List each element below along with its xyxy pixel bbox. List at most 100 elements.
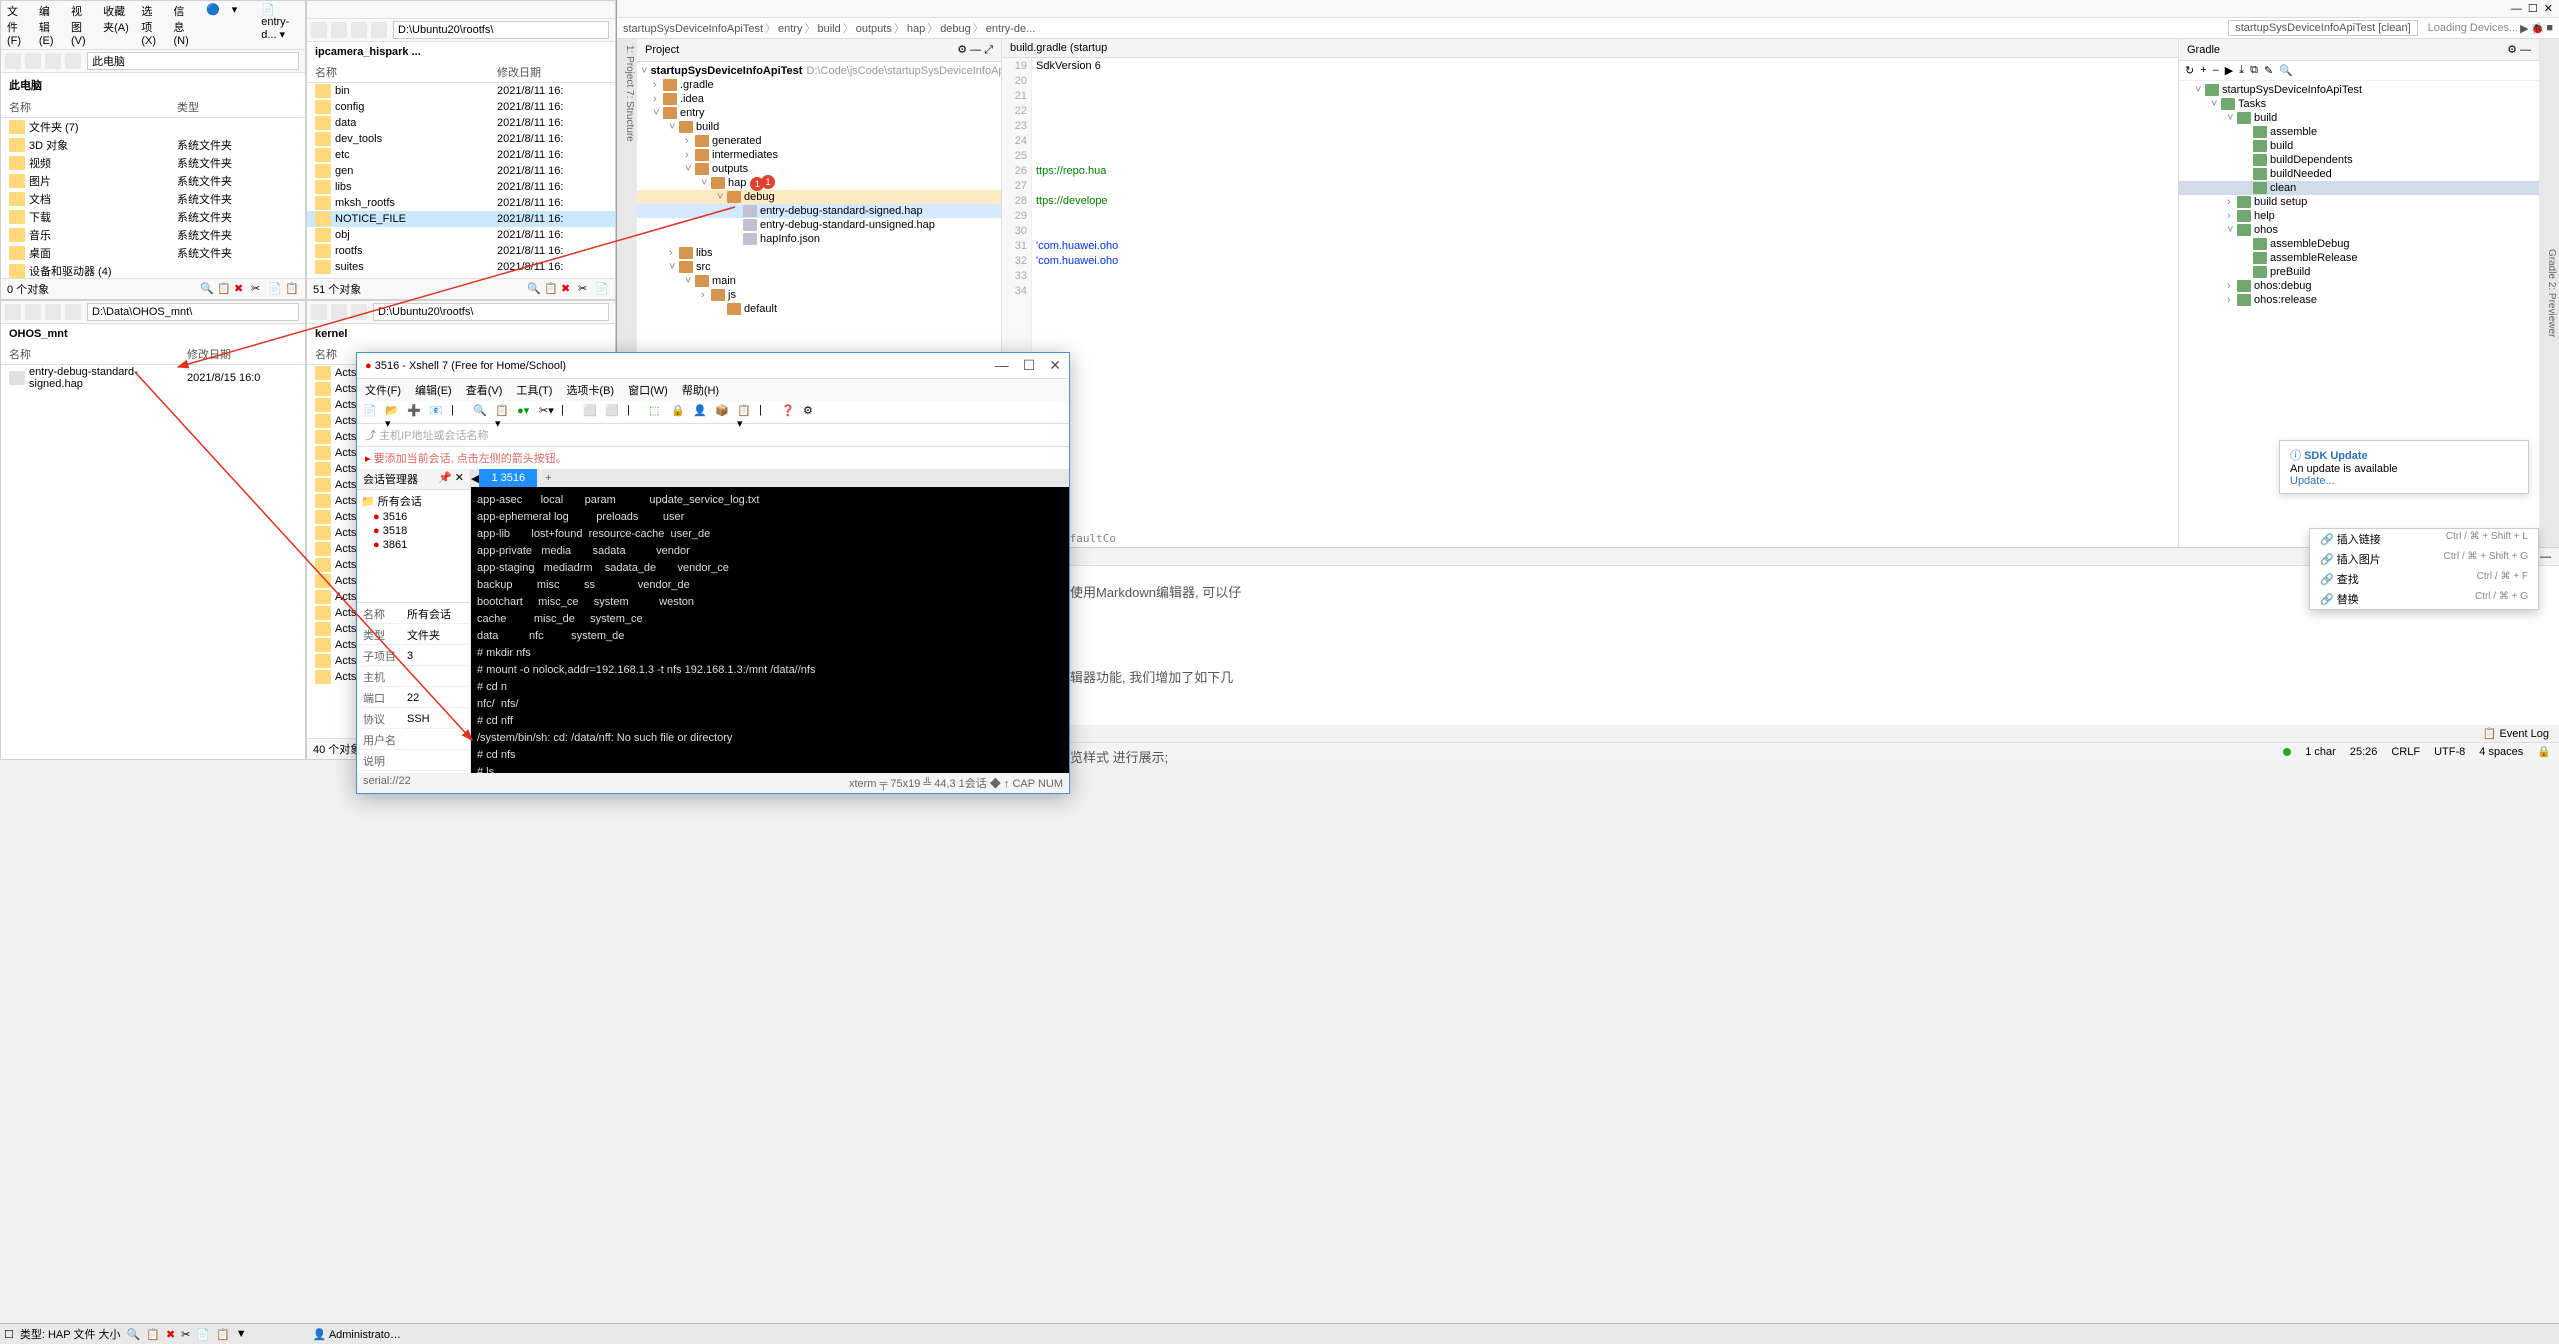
window-close-icon[interactable]: ✕ <box>2544 2 2553 15</box>
session-item[interactable]: ● 3516 <box>359 510 468 524</box>
event-log[interactable]: 📋 Event Log <box>2483 728 2549 740</box>
tree-node[interactable]: ˅entry <box>637 106 1001 120</box>
col[interactable]: 修改日期 <box>187 346 297 362</box>
xshell-addr[interactable]: 主机IP地址或会话名称 <box>379 430 488 442</box>
tree-node[interactable]: ›js <box>637 288 1001 302</box>
tree-node[interactable]: ›intermediates <box>637 148 1001 162</box>
crumb[interactable]: debug <box>940 23 971 35</box>
gear-icon[interactable]: ⚙ — <box>2507 43 2531 56</box>
tree-node[interactable]: hapInfo.json <box>637 232 1001 246</box>
menu-item[interactable]: 收藏夹(A) <box>103 3 129 47</box>
file-row[interactable]: 下载系统文件夹 <box>1 208 305 226</box>
file-row[interactable]: 设备和驱动器 (4) <box>1 262 305 278</box>
addr-combo[interactable] <box>87 52 299 70</box>
file-row[interactable]: dev_tools2021/8/11 16: <box>307 131 615 147</box>
file-row[interactable]: suites2021/8/11 16: <box>307 259 615 275</box>
run-icon[interactable]: ▶ <box>2520 22 2528 35</box>
menu-item[interactable]: 窗口(W) <box>628 382 668 398</box>
gradle-node[interactable]: ˅startupSysDeviceInfoApiTest <box>2179 83 2539 97</box>
ctx-item[interactable]: 🔗 查找Ctrl / ⌘ + F <box>2310 569 2538 589</box>
crumb[interactable]: entry <box>778 23 802 35</box>
sidebar-right[interactable]: Gradle 2: Previewer <box>2539 39 2559 547</box>
gradle-node[interactable]: ˅Tasks <box>2179 97 2539 111</box>
gradle-node[interactable]: ›help <box>2179 209 2539 223</box>
menu-item[interactable]: 视图(V) <box>71 3 91 47</box>
file-row[interactable]: 3D 对象系统文件夹 <box>1 136 305 154</box>
tree-node[interactable]: ˅debug <box>637 190 1001 204</box>
tree-node[interactable]: ›.idea <box>637 92 1001 106</box>
gradle-node[interactable]: ˅ohos <box>2179 223 2539 237</box>
term-tab[interactable]: 1 3516 <box>479 469 537 487</box>
file-row[interactable]: NOTICE_FILE2021/8/11 16: <box>307 211 615 227</box>
gradle-node[interactable]: buildDependents <box>2179 153 2539 167</box>
session-item[interactable]: 📁 所有会话 <box>359 492 468 510</box>
tree-node[interactable]: ›generated <box>637 134 1001 148</box>
menu-item[interactable]: 查看(V) <box>466 382 503 398</box>
file-row[interactable]: obj2021/8/11 16: <box>307 227 615 243</box>
window-max-icon[interactable]: ☐ <box>2528 2 2538 15</box>
gradle-node[interactable]: ›ohos:release <box>2179 293 2539 307</box>
col[interactable]: 名称 <box>9 346 187 362</box>
ctx-item[interactable]: 🔗 插入链接Ctrl / ⌘ + Shift + L <box>2310 529 2538 549</box>
file-row[interactable]: config2021/8/11 16: <box>307 99 615 115</box>
debug-icon[interactable]: 🐞 <box>2531 22 2545 35</box>
sdk-link[interactable]: Update... <box>2290 475 2518 487</box>
gradle-node[interactable]: ›ohos:debug <box>2179 279 2539 293</box>
file-row[interactable]: mksh_rootfs2021/8/11 16: <box>307 195 615 211</box>
menu-item[interactable]: 编辑(E) <box>39 3 59 47</box>
tree-node[interactable]: ˅outputs <box>637 162 1001 176</box>
tree-node[interactable]: ›libs <box>637 246 1001 260</box>
file-row[interactable]: gen2021/8/11 16: <box>307 163 615 179</box>
stop-icon[interactable]: ■ <box>2546 22 2553 34</box>
file-row[interactable]: libs2021/8/11 16: <box>307 179 615 195</box>
col[interactable]: 修改日期 <box>497 64 607 80</box>
project-tab[interactable]: Project <box>645 44 679 56</box>
file-row[interactable]: 文件夹 (7) <box>1 118 305 136</box>
crumb[interactable]: build <box>817 23 840 35</box>
tree-node[interactable]: ˅main <box>637 274 1001 288</box>
tree-node[interactable]: default <box>637 302 1001 316</box>
gradle-node[interactable]: assemble <box>2179 125 2539 139</box>
file-row[interactable]: rootfs2021/8/11 16: <box>307 243 615 259</box>
gradle-node[interactable]: buildNeeded <box>2179 167 2539 181</box>
gradle-tab[interactable]: Gradle <box>2187 44 2220 56</box>
tab-add[interactable]: + <box>537 469 559 487</box>
terminal[interactable]: app-asec local param update_service_log.… <box>471 487 1069 773</box>
file-row[interactable]: etc2021/8/11 16: <box>307 147 615 163</box>
gradle-node[interactable]: assembleDebug <box>2179 237 2539 251</box>
session-item[interactable]: ● 3861 <box>359 538 468 552</box>
tree-node[interactable]: ˅src <box>637 260 1001 274</box>
window-min-icon[interactable]: — <box>2511 3 2522 15</box>
crumb[interactable]: hap <box>907 23 925 35</box>
tree-node[interactable]: entry-debug-standard-unsigned.hap <box>637 218 1001 232</box>
col[interactable]: 名称 <box>315 64 497 80</box>
status-indent[interactable]: 4 spaces <box>2479 746 2523 758</box>
gradle-node[interactable]: preBuild <box>2179 265 2539 279</box>
file-list-3[interactable]: entry-debug-standard-signed.hap2021/8/15… <box>1 365 305 759</box>
crumb[interactable]: startupSysDeviceInfoApiTest <box>623 23 763 35</box>
menu-item[interactable]: 文件(F) <box>7 3 27 47</box>
close-icon[interactable]: ✕ <box>1049 357 1061 374</box>
gradle-node[interactable]: build <box>2179 139 2539 153</box>
col-type[interactable]: 类型 <box>177 99 297 115</box>
file-row[interactable]: 桌面系统文件夹 <box>1 244 305 262</box>
gear-icon[interactable]: ⚙ — ⤢ <box>957 43 993 57</box>
context-menu[interactable]: 🔗 插入链接Ctrl / ⌘ + Shift + L🔗 插入图片Ctrl / ⌘… <box>2309 528 2539 610</box>
min-icon[interactable]: — <box>995 357 1009 374</box>
toolbar-3[interactable] <box>1 301 305 324</box>
addr-4[interactable] <box>373 303 609 321</box>
menu-item[interactable]: 信息(N) <box>173 3 194 47</box>
code-area[interactable]: SdkVersion 6ttps://repo.huattps://develo… <box>1032 58 2178 530</box>
file-row[interactable]: 文档系统文件夹 <box>1 190 305 208</box>
file-row[interactable]: data2021/8/11 16: <box>307 115 615 131</box>
col-name[interactable]: 名称 <box>9 99 177 115</box>
menu-item[interactable]: 编辑(E) <box>415 382 452 398</box>
menu-item[interactable]: 选项卡(B) <box>566 382 614 398</box>
explorer-menubar[interactable]: 文件(F)编辑(E)视图(V)收藏夹(A)选项(X)信息(N)🔵▾📄 entry… <box>1 1 305 50</box>
file-row[interactable]: 音乐系统文件夹 <box>1 226 305 244</box>
gradle-node[interactable]: clean <box>2179 181 2539 195</box>
menu-item[interactable]: 文件(F) <box>365 382 401 398</box>
lock-icon[interactable]: 🔒 <box>2537 745 2551 758</box>
xshell-menubar[interactable]: 文件(F)编辑(E)查看(V)工具(T)选项卡(B)窗口(W)帮助(H) <box>357 379 1069 401</box>
file-row[interactable]: bin2021/8/11 16: <box>307 83 615 99</box>
